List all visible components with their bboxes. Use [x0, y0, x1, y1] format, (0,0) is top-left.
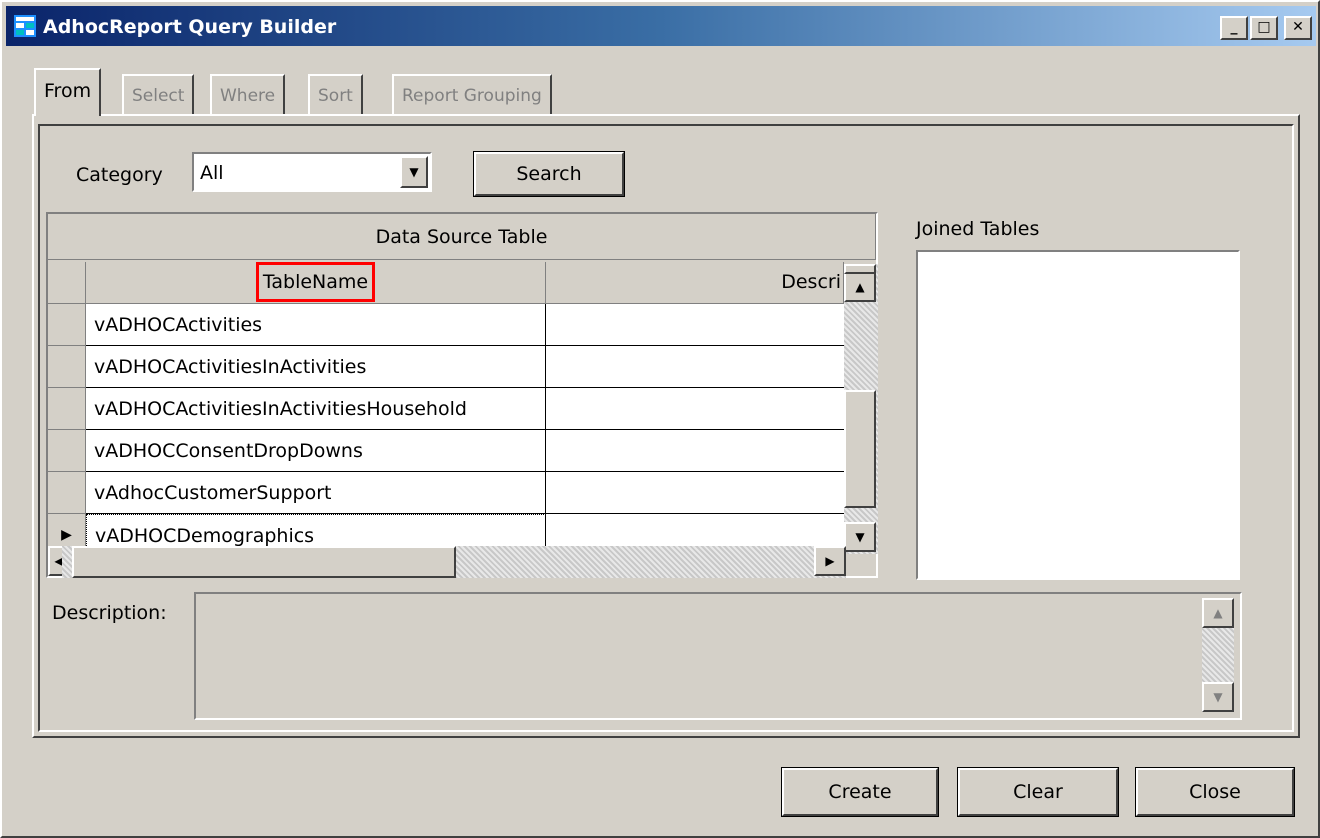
app-icon	[14, 15, 36, 37]
query-builder-window: AdhocReport Query Builder _ □ ✕ From Sel…	[0, 0, 1320, 838]
row-selector[interactable]	[48, 388, 86, 430]
row-selector[interactable]	[48, 304, 86, 346]
scroll-up-button[interactable]: ▲	[844, 272, 876, 302]
arrow-up-icon: ▲	[855, 280, 865, 294]
create-button-label: Create	[828, 781, 892, 803]
tab-select-label: Select	[132, 86, 185, 106]
column-header-description[interactable]: Descri	[546, 262, 844, 304]
joined-tables-list[interactable]	[916, 250, 1240, 580]
tab-from-label: From	[44, 80, 92, 102]
joined-tables-label: Joined Tables	[916, 218, 1040, 240]
category-select[interactable]: All ▼	[192, 152, 432, 192]
description-scroll-down[interactable]: ▼	[1202, 682, 1234, 712]
tab-where-label: Where	[220, 86, 276, 106]
clear-button[interactable]: Clear	[957, 767, 1119, 817]
title-bar[interactable]: AdhocReport Query Builder _ □ ✕	[6, 6, 1316, 46]
column-header-tablename[interactable]: TableName	[86, 262, 546, 304]
maximize-icon: □	[1257, 19, 1271, 35]
grid-vertical-scrollbar[interactable]: ▲ ▼	[844, 264, 878, 554]
tablename-cell[interactable]: vADHOCDemographics	[86, 514, 546, 546]
table-row[interactable]: ▶ vADHOCDemographics	[48, 514, 848, 546]
search-button-label: Search	[516, 163, 582, 185]
row-selector[interactable]	[48, 346, 86, 388]
description-cell[interactable]	[546, 472, 846, 514]
maximize-button[interactable]: □	[1250, 16, 1278, 40]
table-row[interactable]: vADHOCActivitiesInActivitiesHousehold	[48, 388, 848, 430]
search-button[interactable]: Search	[473, 151, 625, 197]
tab-sort-label: Sort	[318, 86, 353, 106]
tablename-cell[interactable]: vAdhocCustomerSupport	[86, 472, 546, 514]
description-label: Description:	[52, 602, 167, 624]
arrow-down-icon: ▼	[855, 530, 865, 544]
description-scrollbar[interactable]: ▲ ▼	[1202, 598, 1234, 712]
grid-horizontal-scrollbar[interactable]	[62, 546, 846, 578]
tab-where[interactable]: Where	[210, 74, 286, 116]
tab-report-grouping-label: Report Grouping	[402, 86, 542, 106]
current-row-icon: ▶	[61, 527, 72, 543]
scroll-thumb-top[interactable]	[844, 264, 876, 274]
hscroll-thumb[interactable]	[72, 546, 456, 578]
row-selector[interactable]	[48, 430, 86, 472]
table-row[interactable]: vADHOCConsentDropDowns	[48, 430, 848, 472]
tablename-cell[interactable]: vADHOCConsentDropDowns	[86, 430, 546, 472]
description-cell[interactable]	[546, 346, 846, 388]
description-cell[interactable]	[546, 304, 846, 346]
clear-button-label: Clear	[1013, 781, 1063, 803]
arrow-down-icon: ▼	[1213, 690, 1223, 704]
description-scroll-up[interactable]: ▲	[1202, 598, 1234, 628]
tablename-cell[interactable]: vADHOCActivitiesInActivitiesHousehold	[86, 388, 546, 430]
description-textarea[interactable]: ▲ ▼	[194, 592, 1242, 720]
description-cell[interactable]	[546, 388, 846, 430]
dropdown-button[interactable]: ▼	[400, 156, 428, 188]
scroll-right-button[interactable]: ▶	[814, 546, 846, 576]
tab-report-grouping[interactable]: Report Grouping	[392, 74, 552, 116]
table-row[interactable]: vADHOCActivitiesInActivities	[48, 346, 848, 388]
close-button[interactable]: Close	[1135, 767, 1295, 817]
table-row[interactable]: vAdhocCustomerSupport	[48, 472, 848, 514]
minimize-button[interactable]: _	[1220, 16, 1248, 40]
tablename-header-label: TableName	[255, 262, 376, 302]
close-icon: ✕	[1292, 19, 1304, 35]
data-source-grid[interactable]: Data Source Table TableName Descri vADHO…	[46, 212, 878, 578]
close-button-label: Close	[1189, 781, 1241, 803]
scroll-thumb[interactable]	[844, 390, 876, 508]
grid-caption: Data Source Table	[48, 214, 876, 260]
row-selector[interactable]: ▶	[48, 514, 86, 546]
row-header-corner	[48, 262, 86, 304]
arrow-up-icon: ▲	[1213, 606, 1223, 620]
tablename-cell[interactable]: vADHOCActivitiesInActivities	[86, 346, 546, 388]
tab-select[interactable]: Select	[122, 74, 195, 116]
close-window-button[interactable]: ✕	[1284, 16, 1312, 40]
tablename-cell[interactable]: vADHOCActivities	[86, 304, 546, 346]
tab-from[interactable]: From	[34, 68, 102, 116]
description-cell[interactable]	[546, 430, 846, 472]
row-selector[interactable]	[48, 472, 86, 514]
chevron-down-icon: ▼	[409, 165, 419, 179]
description-cell[interactable]	[546, 514, 846, 546]
arrow-right-icon: ▶	[825, 554, 835, 568]
create-button[interactable]: Create	[781, 767, 939, 817]
category-label: Category	[76, 164, 163, 186]
description-header-label: Descri	[781, 271, 841, 293]
scroll-down-button[interactable]: ▼	[844, 522, 876, 552]
category-value: All	[200, 162, 224, 184]
tab-sort[interactable]: Sort	[308, 74, 363, 116]
minimize-icon: _	[1230, 19, 1238, 35]
window-title: AdhocReport Query Builder	[43, 16, 337, 38]
table-row[interactable]: vADHOCActivities	[48, 304, 848, 346]
